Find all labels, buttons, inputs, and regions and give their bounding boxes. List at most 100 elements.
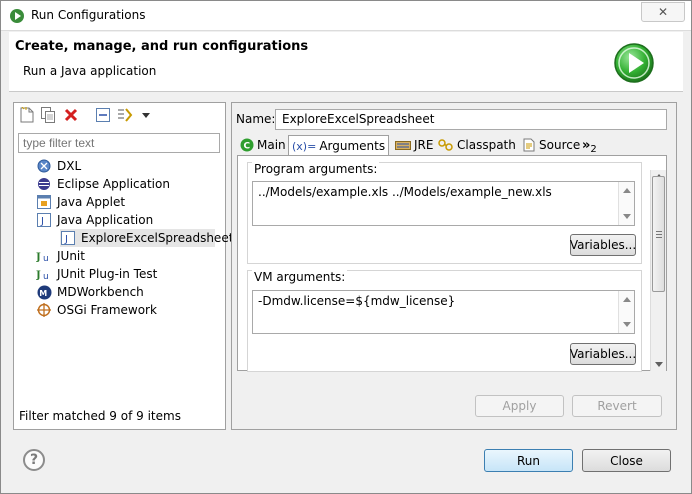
program-variables-button[interactable]: Variables... bbox=[570, 234, 636, 256]
new-launch-config-button[interactable] bbox=[18, 106, 36, 124]
tab-label: Arguments bbox=[319, 139, 386, 153]
svg-text:J: J bbox=[36, 252, 41, 263]
program-arguments-scrollbar[interactable] bbox=[618, 182, 634, 225]
vm-arguments-label: VM arguments: bbox=[252, 270, 348, 284]
tree-item-dxl[interactable]: DXL bbox=[36, 157, 221, 175]
duplicate-button[interactable] bbox=[39, 106, 57, 124]
java-class-icon: J bbox=[60, 230, 76, 246]
tab-label: JRE bbox=[414, 138, 434, 152]
close-window-button[interactable]: ✕ bbox=[641, 2, 685, 22]
vm-arguments-textarea[interactable]: -Dmdw.license=${mdw_license} bbox=[252, 290, 635, 334]
delete-icon bbox=[64, 108, 78, 122]
program-arguments-value: ../Models/example.xls ../Models/example_… bbox=[258, 185, 552, 199]
scrollbar-thumb[interactable] bbox=[652, 176, 665, 292]
run-configurations-icon bbox=[10, 9, 24, 23]
tab-label: Main bbox=[257, 138, 286, 152]
more-tabs-button[interactable]: » 2 bbox=[579, 135, 600, 155]
name-label: Name: bbox=[236, 112, 276, 126]
tree-item-mdworkbench[interactable]: M MDWorkbench bbox=[36, 283, 221, 301]
close-icon: ✕ bbox=[657, 5, 669, 19]
vm-arguments-value: -Dmdw.license=${mdw_license} bbox=[258, 294, 456, 308]
scroll-up-arrow-icon[interactable] bbox=[623, 297, 631, 302]
chevron-more-icon: » bbox=[582, 137, 591, 153]
tree-item-label: JUnit bbox=[57, 249, 85, 263]
java-application-icon: J bbox=[36, 212, 52, 228]
scroll-down-arrow-icon[interactable] bbox=[655, 362, 663, 367]
vm-variables-button[interactable]: Variables... bbox=[570, 343, 636, 365]
svg-text:J: J bbox=[36, 270, 41, 281]
configuration-toolbar bbox=[16, 106, 216, 126]
tab-jre[interactable]: JRE bbox=[392, 135, 436, 155]
vm-arguments-scrollbar[interactable] bbox=[618, 291, 634, 333]
svg-text:u: u bbox=[43, 272, 49, 281]
new-launch-config-icon bbox=[20, 107, 34, 123]
svg-text:C: C bbox=[244, 142, 251, 152]
help-button[interactable]: ? bbox=[23, 449, 45, 471]
help-icon: ? bbox=[29, 452, 39, 468]
mdworkbench-icon: M bbox=[36, 284, 52, 300]
tab-label: Classpath bbox=[457, 138, 516, 152]
grip-icon bbox=[656, 231, 662, 238]
tab-body-scrollbar[interactable] bbox=[650, 170, 666, 371]
tree-item-label: JUnit Plug-in Test bbox=[57, 267, 158, 281]
eclipse-icon bbox=[36, 176, 52, 192]
tree-item-exploreexcelspreadsheet[interactable]: J ExploreExcelSpreadsheet bbox=[60, 229, 233, 247]
configuration-tree: DXL Eclipse Application Java Applet J Ja… bbox=[36, 157, 233, 319]
duplicate-icon bbox=[41, 107, 55, 123]
title-bar: Run Configurations ✕ bbox=[1, 1, 691, 31]
run-button[interactable]: Run bbox=[484, 449, 573, 472]
tab-arguments[interactable]: (x)= Arguments bbox=[288, 135, 390, 156]
scroll-down-arrow-icon[interactable] bbox=[623, 322, 631, 327]
source-icon bbox=[522, 138, 536, 152]
main-tab-icon: C bbox=[240, 138, 254, 152]
tree-item-label: OSGi Framework bbox=[57, 303, 157, 317]
svg-text:u: u bbox=[43, 254, 49, 263]
collapse-all-icon bbox=[96, 108, 110, 122]
run-icon bbox=[614, 43, 654, 83]
tree-item-label: Java Applet bbox=[57, 195, 126, 209]
collapse-all-button[interactable] bbox=[94, 106, 112, 124]
config-tabs: C Main (x)= Arguments JRE Classpath Sour… bbox=[237, 135, 667, 156]
tree-item-label: ExploreExcelSpreadsheet bbox=[81, 231, 234, 245]
window-title: Run Configurations bbox=[31, 8, 146, 22]
scroll-down-arrow-icon[interactable] bbox=[623, 214, 631, 219]
tree-item-java-application[interactable]: J Java Application bbox=[36, 211, 221, 229]
tab-label: Source bbox=[539, 138, 581, 152]
dialog-header: Create, manage, and run configurations R… bbox=[9, 32, 683, 92]
dxl-icon bbox=[36, 158, 52, 174]
tab-source[interactable]: Source bbox=[519, 135, 583, 155]
filter-status: Filter matched 9 of 9 items bbox=[19, 409, 181, 423]
program-arguments-label: Program arguments: bbox=[252, 162, 380, 176]
tree-item-junit-plugin-test[interactable]: Ju JUnit Plug-in Test bbox=[36, 265, 221, 283]
jre-icon bbox=[395, 139, 411, 151]
filter-button[interactable] bbox=[116, 106, 134, 124]
tab-classpath[interactable]: Classpath bbox=[435, 135, 519, 155]
osgi-icon bbox=[36, 302, 52, 318]
tree-item-label: DXL bbox=[57, 159, 82, 173]
revert-button[interactable]: Revert bbox=[572, 395, 662, 417]
scroll-up-arrow-icon[interactable] bbox=[623, 188, 631, 193]
delete-button[interactable] bbox=[62, 106, 80, 124]
tree-item-label: MDWorkbench bbox=[57, 285, 144, 299]
tree-item-label: Java Application bbox=[57, 213, 154, 227]
svg-text:M: M bbox=[39, 289, 47, 298]
arguments-tab-icon: (x)= bbox=[292, 139, 317, 153]
tree-item-junit[interactable]: Ju JUnit bbox=[36, 247, 221, 265]
view-menu-button[interactable] bbox=[137, 106, 155, 124]
apply-button[interactable]: Apply bbox=[475, 395, 564, 417]
tab-main[interactable]: C Main bbox=[237, 135, 289, 155]
junit-plugin-icon: Ju bbox=[36, 266, 52, 282]
tree-item-java-applet[interactable]: Java Applet bbox=[36, 193, 221, 211]
filter-input[interactable] bbox=[18, 133, 220, 153]
view-menu-icon bbox=[142, 113, 150, 118]
header-subtitle: Run a Java application bbox=[23, 64, 157, 78]
tree-item-eclipse-application[interactable]: Eclipse Application bbox=[36, 175, 221, 193]
name-input[interactable]: ExploreExcelSpreadsheet bbox=[275, 109, 667, 130]
close-button[interactable]: Close bbox=[582, 449, 671, 472]
svg-text:J: J bbox=[64, 234, 68, 245]
svg-text:J: J bbox=[40, 216, 44, 227]
program-arguments-textarea[interactable]: ../Models/example.xls ../Models/example_… bbox=[252, 181, 635, 226]
java-applet-icon bbox=[36, 194, 52, 210]
tree-item-osgi-framework[interactable]: OSGi Framework bbox=[36, 301, 221, 319]
classpath-icon bbox=[438, 138, 454, 152]
